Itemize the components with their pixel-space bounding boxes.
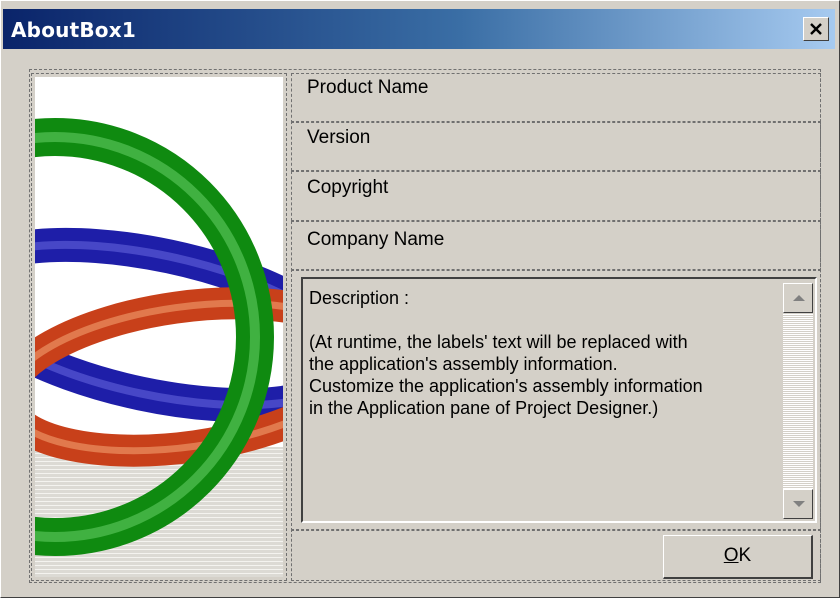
scroll-down-arrow-icon [793, 501, 805, 507]
description-textbox[interactable]: Description : (At runtime, the labels' t… [301, 277, 817, 523]
ok-button-mnemonic: O [723, 545, 739, 566]
company-name-label: Company Name [307, 229, 445, 250]
product-name-label: Product Name [307, 77, 429, 98]
scroll-down-button[interactable] [783, 489, 813, 519]
vertical-scrollbar[interactable] [783, 283, 813, 519]
copyright-label: Copyright [307, 177, 389, 198]
scroll-up-arrow-icon [793, 295, 805, 301]
logo-picture [35, 77, 283, 577]
close-button[interactable] [803, 17, 829, 41]
scroll-up-button[interactable] [783, 283, 813, 313]
interlocking-rings-logo [35, 77, 283, 577]
window-title: AboutBox1 [11, 18, 136, 42]
about-dialog: AboutBox1 Product Name Version Copyright… [0, 0, 840, 598]
close-icon [810, 23, 822, 35]
ok-button-label: K [738, 545, 752, 566]
description-text: Description : (At runtime, the labels' t… [309, 288, 703, 418]
version-label: Version [307, 127, 371, 148]
version-frame [291, 121, 821, 171]
ok-button[interactable]: OK [663, 535, 813, 579]
title-bar[interactable]: AboutBox1 [3, 9, 835, 49]
